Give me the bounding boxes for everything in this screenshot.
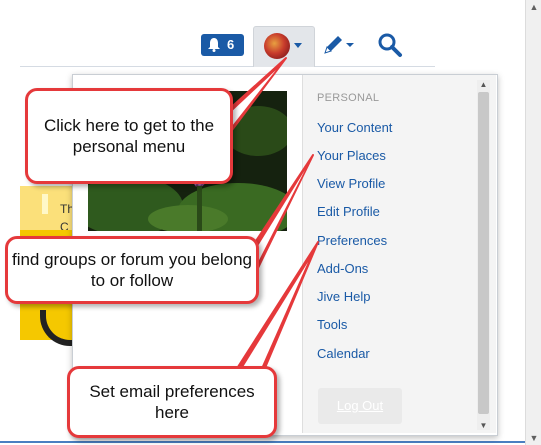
- search-icon[interactable]: [377, 32, 403, 58]
- menu-item-your-content[interactable]: Your Content: [317, 120, 392, 135]
- menu-item-add-ons[interactable]: Add-Ons: [317, 261, 368, 276]
- menu-scrollbar[interactable]: ▲ ▼: [477, 80, 490, 430]
- scroll-down-icon[interactable]: ▼: [526, 431, 541, 445]
- window-bottom-border: [0, 441, 525, 443]
- scroll-up-icon[interactable]: ▲: [526, 0, 541, 14]
- personal-menu-button[interactable]: [253, 26, 315, 67]
- menu-item-your-places[interactable]: Your Places: [317, 148, 386, 163]
- logout-button[interactable]: Log Out: [318, 388, 402, 424]
- menu-item-preferences[interactable]: Preferences: [317, 233, 387, 248]
- menu-item-edit-profile[interactable]: Edit Profile: [317, 204, 380, 219]
- window-scrollbar[interactable]: ▲ ▼: [525, 0, 541, 445]
- menu-item-calendar[interactable]: Calendar: [317, 346, 370, 361]
- menu-scrollbar-thumb[interactable]: [478, 92, 489, 414]
- chevron-down-icon: [294, 43, 302, 48]
- scroll-up-icon[interactable]: ▲: [477, 80, 490, 89]
- callout-places: find groups or forum you belong to or fo…: [5, 236, 259, 304]
- menu-item-tools[interactable]: Tools: [317, 317, 347, 332]
- notifications-button[interactable]: 6: [201, 34, 244, 56]
- header-divider: [20, 66, 435, 67]
- callout-personal-menu: Click here to get to the personal menu: [25, 88, 233, 184]
- notification-count: 6: [227, 37, 235, 52]
- menu-section-label: PERSONAL: [317, 92, 380, 104]
- user-avatar: [264, 33, 290, 59]
- scroll-down-icon[interactable]: ▼: [477, 421, 490, 430]
- menu-item-jive-help[interactable]: Jive Help: [317, 289, 370, 304]
- menu-item-view-profile[interactable]: View Profile: [317, 176, 385, 191]
- chevron-down-icon: [346, 43, 354, 47]
- callout-preferences: Set email preferences here: [67, 366, 277, 438]
- bell-icon: [208, 38, 220, 52]
- pencil-icon[interactable]: [322, 33, 356, 55]
